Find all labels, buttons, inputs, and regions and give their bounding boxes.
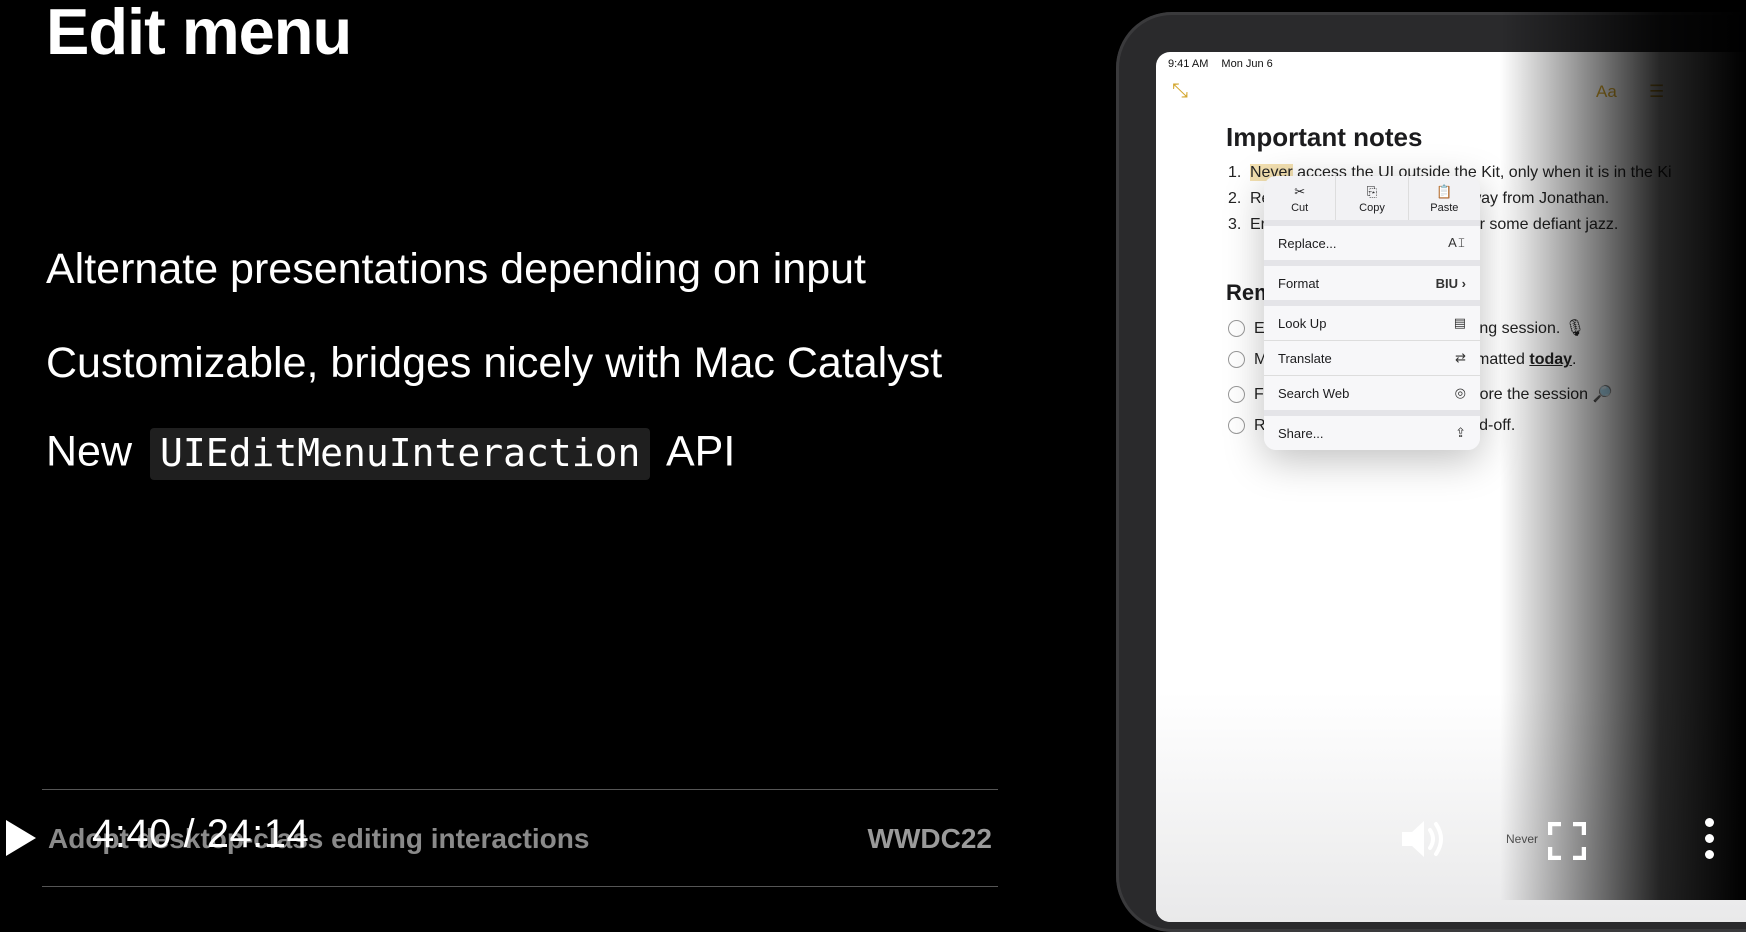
ipad-device: 9:41 AM Mon Jun 6 ⤡ Aa ☰ Important notes…	[1116, 12, 1746, 932]
line-number: 2.	[1228, 190, 1242, 207]
menu-item-label: Replace...	[1278, 235, 1337, 251]
todo-text-end: before the session 🔎	[1457, 386, 1613, 403]
menu-item-share[interactable]: Share... ⇪	[1264, 416, 1480, 450]
timecode: 4:40 / 24:14	[92, 812, 310, 856]
clipboard-icon: 📋	[1436, 184, 1453, 199]
event-label: WWDC22	[867, 823, 992, 854]
code-chip: UIEditMenuInteraction	[149, 428, 651, 480]
menu-item-search-web[interactable]: Search Web ◎	[1264, 376, 1480, 410]
keyboard-suggestion[interactable]: Never	[1506, 832, 1538, 846]
menu-item-look-up[interactable]: Look Up ▤	[1264, 306, 1480, 340]
fullscreen-icon[interactable]	[1547, 821, 1587, 861]
status-date: Mon Jun 6	[1221, 58, 1273, 70]
status-time: 9:41 AM	[1168, 58, 1209, 70]
bullet-3-suffix: API	[666, 427, 736, 476]
checklist-icon[interactable]: ☰	[1649, 82, 1664, 102]
edit-menu: ✂ Cut ⎘ Copy 📋 Paste Replace... A𝙸 Format BIU…	[1264, 176, 1480, 450]
paste-button[interactable]: 📋 Paste	[1409, 176, 1480, 220]
checkbox[interactable]	[1228, 320, 1245, 338]
menu-item-translate[interactable]: Translate ⇄	[1264, 341, 1480, 375]
edit-menu-actions: ✂ Cut ⎘ Copy 📋 Paste	[1264, 176, 1480, 226]
translate-icon: ⇄	[1455, 350, 1466, 365]
todo-text-after: .	[1572, 351, 1577, 368]
menu-item-label: Share...	[1278, 425, 1324, 441]
more-options-icon[interactable]	[1702, 818, 1716, 862]
menu-item-label: Search Web	[1278, 385, 1350, 401]
copy-button[interactable]: ⎘ Copy	[1336, 176, 1409, 220]
checkbox[interactable]	[1228, 351, 1245, 369]
copy-label: Copy	[1359, 202, 1385, 214]
note-title: Important notes	[1226, 122, 1423, 152]
bullet-3: New UIEditMenuInteraction API	[46, 428, 735, 480]
slide-title: Edit menu	[46, 0, 352, 68]
replace-icon: A𝙸	[1448, 235, 1466, 250]
line-number: 1.	[1228, 164, 1242, 181]
cut-label: Cut	[1291, 202, 1309, 214]
ipad-screen: 9:41 AM Mon Jun 6 ⤡ Aa ☰ Important notes…	[1156, 52, 1746, 922]
copy-icon: ⎘	[1366, 184, 1378, 199]
bullet-1: Alternate presentations depending on inp…	[46, 245, 867, 293]
menu-item-format[interactable]: Format BIU ›	[1264, 266, 1480, 300]
menu-item-label: Format	[1278, 275, 1320, 291]
format-icon: BIU ›	[1435, 275, 1466, 291]
footer-rule-top	[42, 789, 998, 790]
text-format-icon[interactable]: Aa	[1596, 82, 1617, 102]
checkbox[interactable]	[1228, 386, 1245, 404]
paste-label: Paste	[1430, 202, 1459, 214]
menu-item-replace[interactable]: Replace... A𝙸	[1264, 226, 1480, 260]
book-icon: ▤	[1453, 315, 1466, 330]
footer-rule-bottom	[42, 886, 998, 887]
bullet-2: Customizable, bridges nicely with Mac Ca…	[46, 339, 943, 387]
share-icon: ⇪	[1455, 425, 1466, 440]
line-number: 3.	[1228, 216, 1242, 233]
link-today[interactable]: today	[1529, 351, 1572, 368]
menu-item-label: Translate	[1278, 350, 1332, 366]
volume-icon[interactable]	[1398, 816, 1448, 862]
status-bar: 9:41 AM Mon Jun 6	[1168, 58, 1283, 70]
bullet-3-prefix: New	[46, 427, 133, 476]
checkbox[interactable]	[1228, 417, 1245, 435]
search-web-icon: ◎	[1454, 385, 1466, 400]
collapse-icon[interactable]: ⤡	[1172, 80, 1188, 103]
scissors-icon: ✂	[1294, 184, 1306, 199]
cut-button[interactable]: ✂ Cut	[1264, 176, 1337, 220]
play-button[interactable]	[6, 820, 36, 856]
keyboard-area	[1156, 692, 1746, 922]
menu-item-label: Look Up	[1278, 315, 1327, 331]
